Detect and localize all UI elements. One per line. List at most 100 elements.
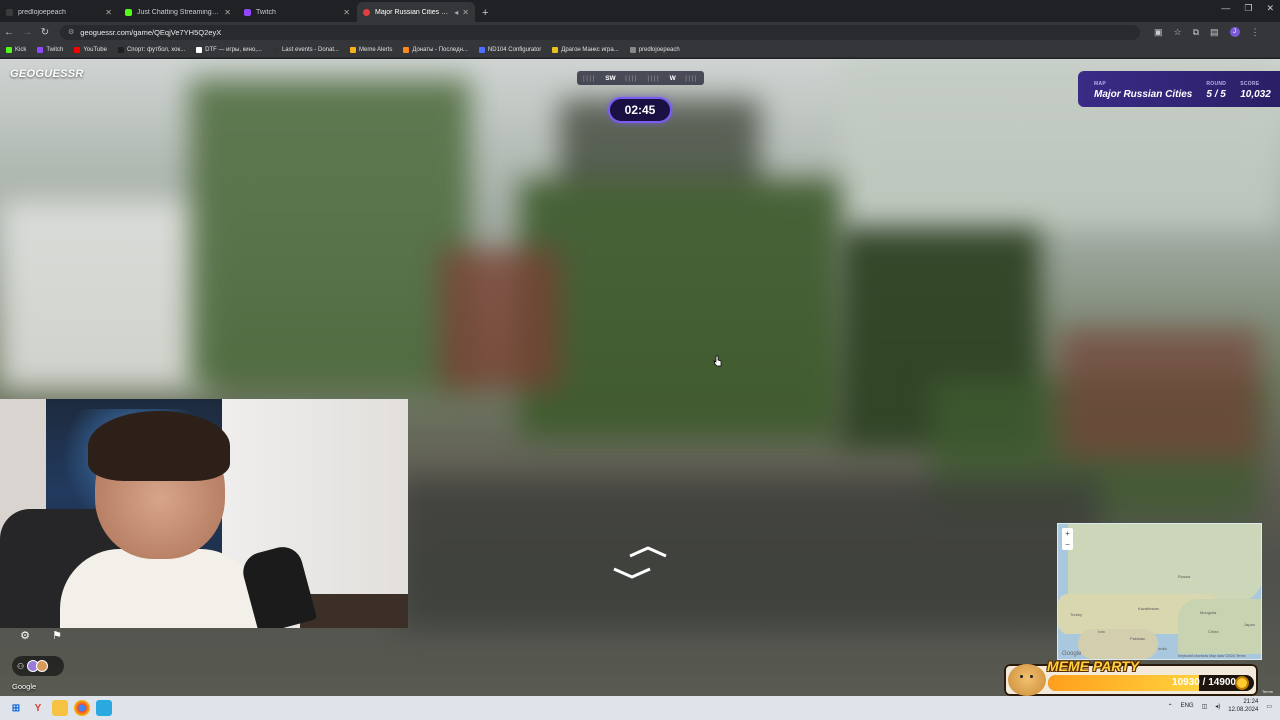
chrome-icon[interactable] xyxy=(74,700,90,716)
close-icon[interactable]: ✕ xyxy=(224,8,231,17)
map-label: Mongolia xyxy=(1200,610,1217,615)
site-info-icon[interactable]: ⚙ xyxy=(68,28,74,36)
bookmark-label: DTF — игры, кино,... xyxy=(205,46,262,53)
reload-icon[interactable]: ↻ xyxy=(36,27,54,38)
tab-twitch[interactable]: Twitch ✕ xyxy=(238,2,356,22)
move-back-arrow[interactable] xyxy=(612,567,652,579)
bookmark-favicon-icon xyxy=(350,46,356,53)
windows-start-icon[interactable]: ⊞ xyxy=(8,700,24,716)
bookmark-label: YouTube xyxy=(83,46,107,53)
clock[interactable]: 21:24 12.08.2024 xyxy=(1228,698,1258,714)
bookmark-item[interactable]: YouTube xyxy=(74,46,107,53)
map-attribution: Keyboard shortcuts Map data ©2024 Terms xyxy=(1178,654,1246,658)
bookmark-favicon-icon xyxy=(37,46,44,53)
bookmarks-bar: Kick Twitch YouTube Спорт: футбол, хок... DT… xyxy=(0,42,1280,58)
tab-geoguessr[interactable]: Major Russian Cities - Gam ◂ ✕ xyxy=(357,2,475,22)
maximize-icon[interactable]: ❐ xyxy=(1244,3,1252,14)
flag-icon[interactable]: ⚑ xyxy=(47,625,67,645)
yandex-browser-icon[interactable]: Y xyxy=(30,700,46,716)
volume-icon[interactable]: ◂) xyxy=(1215,703,1220,710)
guess-minimap[interactable]: Russia Kazakhstan Mongolia China Turkey … xyxy=(1057,523,1262,660)
bookmark-star-icon[interactable]: ☆ xyxy=(1174,27,1182,38)
bookmark-item[interactable]: Twitch xyxy=(37,46,64,53)
move-forward-arrow[interactable] xyxy=(628,546,668,558)
bookmark-favicon-icon xyxy=(196,46,203,53)
bookmark-label: Meme Alerts xyxy=(359,46,393,53)
clock-date: 12.08.2024 xyxy=(1228,707,1259,713)
bookmark-item[interactable]: ND104 Configurator xyxy=(478,46,542,53)
compass-ticks: |||| xyxy=(685,74,698,82)
bookmark-item[interactable]: DTF — игры, кино,... xyxy=(196,46,262,53)
bookmark-item[interactable]: Last events - Donat... xyxy=(272,46,339,53)
tray-chevron-icon[interactable]: ⌃ xyxy=(1168,703,1173,710)
url-text: geoguessr.com/game/QEqjVe7YH5Q2eyX xyxy=(80,27,222,37)
compass: |||| SW |||| |||| W |||| xyxy=(577,71,704,85)
doge-eye xyxy=(1030,675,1033,678)
extensions-icon[interactable]: ⧉ xyxy=(1193,27,1199,38)
map-land-south xyxy=(1078,629,1158,659)
address-bar[interactable]: ⚙ geoguessr.com/game/QEqjVe7YH5Q2eyX xyxy=(60,24,1140,40)
google-watermark: Google xyxy=(12,682,37,691)
speaker-icon[interactable]: ◂ xyxy=(454,8,458,17)
map-label: India xyxy=(1158,646,1167,651)
compass-w: W xyxy=(669,74,676,82)
network-icon[interactable]: ◫ xyxy=(1202,703,1208,710)
geoguessr-logo[interactable]: GEOGUESSR xyxy=(10,68,84,80)
webcam-desk xyxy=(300,594,408,628)
tab-title: Twitch xyxy=(256,8,276,16)
bookmark-label: Спорт: футбол, хок... xyxy=(126,46,186,53)
close-icon[interactable]: ✕ xyxy=(462,8,469,17)
party-members[interactable]: ⚇ xyxy=(12,656,64,676)
bookmark-favicon-icon xyxy=(117,46,124,53)
menu-icon[interactable]: ⋮ xyxy=(1251,27,1260,38)
bookmark-label: Kick xyxy=(15,46,27,53)
bookmark-label: Драгон Манкс игра... xyxy=(561,46,619,53)
bookmark-item[interactable]: Kick xyxy=(6,46,27,53)
status-score: SCORE 10,032 xyxy=(1240,81,1271,100)
compass-ticks: |||| xyxy=(625,74,638,82)
bookmark-favicon-icon xyxy=(272,46,279,53)
close-icon[interactable]: ✕ xyxy=(105,8,112,17)
tab-predlojoepeach[interactable]: predlojoepeach ✕ xyxy=(0,2,118,22)
forward-icon[interactable]: → xyxy=(18,27,36,38)
profile-avatar[interactable]: J xyxy=(1229,27,1240,37)
scene-road xyxy=(400,479,1100,629)
notepad-icon[interactable] xyxy=(96,700,112,716)
install-icon[interactable]: ▣ xyxy=(1154,27,1163,38)
map-label: Russia xyxy=(1178,574,1191,579)
status-map: MAP Major Russian Cities xyxy=(1094,81,1193,100)
meme-party-title: MEME PARTY xyxy=(1047,658,1140,674)
language-indicator[interactable]: ENG xyxy=(1181,703,1194,709)
close-window-icon[interactable]: ✕ xyxy=(1266,3,1274,14)
bookmark-item[interactable]: Драгон Манкс игра... xyxy=(552,46,619,53)
bookmark-favicon-icon xyxy=(478,46,485,53)
new-tab-button[interactable]: + xyxy=(476,7,494,22)
minimize-icon[interactable]: — xyxy=(1221,3,1230,14)
zoom-out-button[interactable]: − xyxy=(1062,539,1073,550)
bookmark-label: Twitch xyxy=(46,46,64,53)
coin-icon xyxy=(1235,676,1249,690)
close-icon[interactable]: ✕ xyxy=(343,8,350,17)
bookmark-item[interactable]: predlojoepeach xyxy=(629,46,680,53)
bookmark-item[interactable]: Meme Alerts xyxy=(350,46,393,53)
zoom-in-button[interactable]: + xyxy=(1062,528,1073,539)
scene-tree xyxy=(190,79,470,389)
scene-house xyxy=(440,249,560,389)
bookmark-item[interactable]: Донаты - Последн... xyxy=(403,46,468,53)
tab-title: predlojoepeach xyxy=(18,8,66,16)
settings-gear-icon[interactable]: ⚙ xyxy=(15,625,35,645)
file-explorer-icon[interactable] xyxy=(52,700,68,716)
sidebar-icon[interactable]: ▤ xyxy=(1210,27,1219,38)
webcam-person-hair xyxy=(88,411,230,481)
bookmark-favicon-icon xyxy=(403,46,410,53)
bookmark-label: ND104 Configurator xyxy=(487,46,542,53)
tab-just-chatting[interactable]: Just Chatting Streaming - Live ✕ xyxy=(119,2,237,22)
doge-eye xyxy=(1020,675,1023,678)
back-icon[interactable]: ← xyxy=(0,27,18,38)
notification-icon[interactable]: ▭ xyxy=(1266,703,1272,710)
bookmark-item[interactable]: Спорт: футбол, хок... xyxy=(117,46,186,53)
bookmark-favicon-icon xyxy=(6,46,12,53)
meme-party-value: 10930 / 14900 xyxy=(1172,677,1236,688)
bookmark-favicon-icon xyxy=(74,46,81,53)
clock-time: 21:24 xyxy=(1243,699,1259,705)
